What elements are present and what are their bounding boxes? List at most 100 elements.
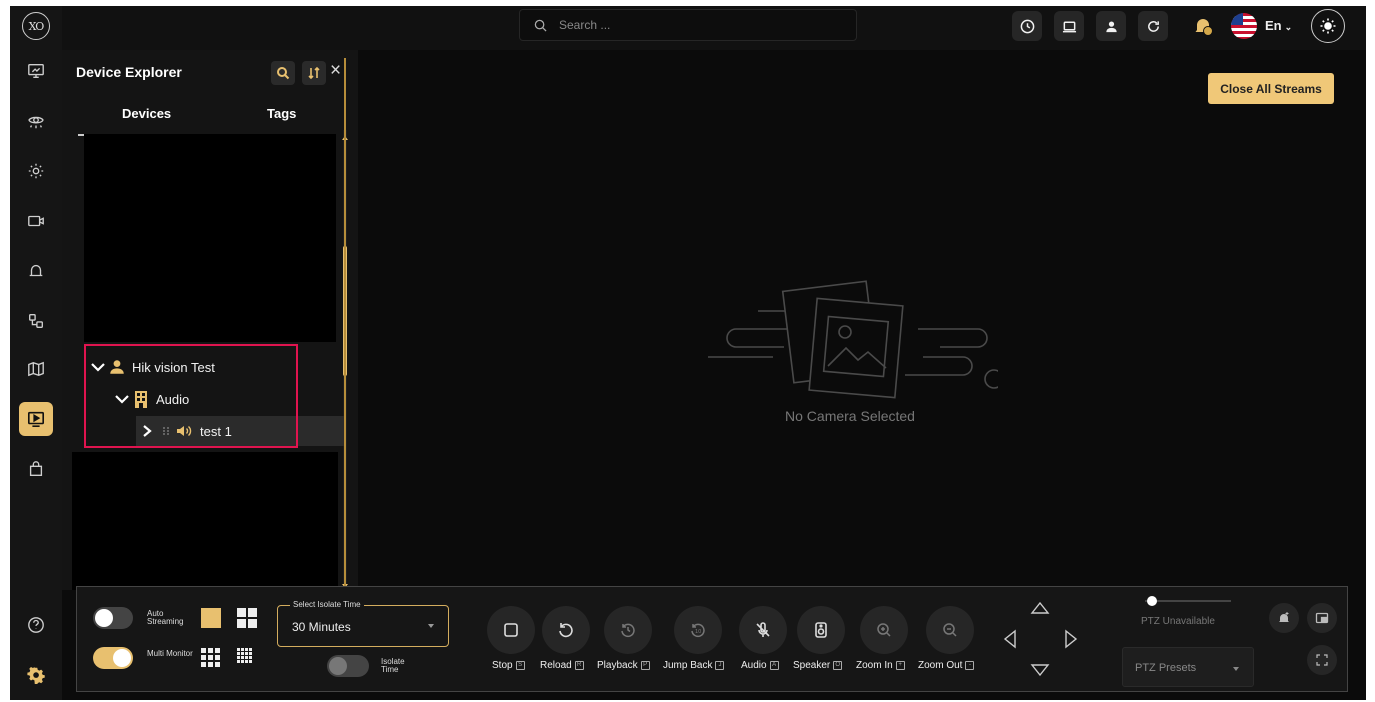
search-box[interactable] (519, 9, 857, 41)
single-view-icon[interactable] (201, 608, 221, 628)
speaker-box-icon (815, 622, 827, 638)
zoom-in-label: Zoom In + (856, 660, 905, 671)
map-icon[interactable] (19, 352, 53, 386)
button-label: Jump Back (663, 660, 713, 671)
button-label: Playback (597, 660, 638, 671)
ptz-status-text: PTZ Unavailable (1141, 616, 1215, 627)
ptz-speed-slider[interactable] (1145, 596, 1231, 606)
auto-streaming-label: Auto Streaming (147, 609, 184, 626)
close-all-streams-button[interactable]: Close All Streams (1208, 73, 1334, 104)
shortcut-key: P (640, 661, 650, 670)
shortcut-key: + (895, 661, 905, 670)
refresh-icon (1147, 20, 1159, 32)
shortcut-key: S (515, 661, 525, 670)
alarm-bell-icon[interactable] (19, 254, 53, 288)
video-player-icon[interactable] (19, 402, 53, 436)
isolate-time-select[interactable]: Select Isolate Time 30 Minutes (277, 600, 449, 647)
add-alert-button[interactable] (1269, 603, 1299, 633)
system-settings-icon[interactable] (19, 658, 53, 692)
ptz-up-arrow-icon[interactable] (1030, 601, 1050, 615)
zoom-out-label: Zoom Out - (918, 660, 975, 671)
presentation-icon[interactable] (19, 54, 53, 88)
search-input[interactable] (559, 18, 819, 32)
shortcut-key: - (965, 661, 975, 670)
help-icon[interactable] (19, 608, 53, 642)
grid-4x4-icon[interactable] (237, 648, 252, 663)
stop-label: Stop S (492, 660, 525, 671)
settings-gear-icon[interactable] (19, 154, 53, 188)
reload-label: Reload R (540, 660, 584, 671)
theme-toggle[interactable] (1311, 9, 1345, 43)
notifications-button[interactable] (1189, 12, 1217, 40)
app-logo[interactable]: XO (22, 12, 50, 40)
auto-streaming-toggle[interactable] (93, 607, 133, 629)
zoom-in-icon (877, 623, 891, 637)
top-bar: En⌄ (62, 6, 1366, 50)
shortcut-key: J (715, 661, 725, 670)
expand-icon (1316, 654, 1328, 666)
playback-icon (621, 623, 635, 638)
isolate-time-label: Isolate Time (381, 657, 405, 674)
tab-devices[interactable]: Devices (122, 106, 171, 121)
stop-button[interactable] (487, 606, 535, 654)
panel-divider[interactable] (344, 58, 346, 598)
user-icon (1105, 21, 1117, 32)
camera-icon[interactable] (19, 204, 53, 238)
button-label: Zoom Out (918, 660, 963, 671)
button-label: Speaker (793, 660, 831, 671)
language-selector[interactable]: En ⌄ (1265, 18, 1292, 33)
bag-icon[interactable] (19, 452, 53, 486)
shortcut-key: R (574, 661, 584, 670)
isolate-time-toggle[interactable] (327, 655, 369, 677)
multi-monitor-toggle[interactable] (93, 647, 133, 669)
ptz-left-arrow-icon[interactable] (1003, 629, 1017, 649)
ptz-right-arrow-icon[interactable] (1064, 629, 1078, 649)
sort-button[interactable] (302, 61, 326, 85)
device-tree-area[interactable] (84, 134, 336, 342)
grid-3x3-icon[interactable] (201, 648, 220, 667)
no-camera-illustration (708, 280, 998, 399)
button-label: Reload (540, 660, 572, 671)
us-flag-icon[interactable] (1231, 13, 1257, 39)
refresh-button[interactable] (1138, 11, 1168, 41)
reload-icon (559, 623, 573, 638)
grid-2x2-icon[interactable] (237, 608, 257, 628)
language-label: En (1265, 18, 1282, 33)
fullscreen-button[interactable] (1307, 645, 1337, 675)
explorer-search-button[interactable] (271, 61, 295, 85)
search-icon (534, 19, 547, 32)
user-button[interactable] (1096, 11, 1126, 41)
history-button[interactable] (1012, 11, 1042, 41)
stop-icon (504, 623, 518, 637)
chevron-down-icon: ⌄ (1284, 22, 1293, 32)
ptz-presets-value: PTZ Presets (1135, 662, 1197, 674)
close-icon[interactable]: × (330, 60, 341, 82)
speaker-label: Speaker O (793, 660, 843, 671)
workflow-icon[interactable] (19, 304, 53, 338)
playback-button[interactable] (604, 606, 652, 654)
search-icon (277, 67, 290, 80)
isolate-time-value: 30 Minutes (292, 620, 351, 634)
ptz-down-arrow-icon[interactable] (1030, 663, 1050, 677)
device-tree-empty-area (72, 452, 338, 590)
zoom-in-button[interactable] (860, 606, 908, 654)
eye-scan-icon[interactable] (19, 104, 53, 138)
audio-label: Audio A (741, 660, 779, 671)
caret-down-icon (1233, 667, 1239, 671)
tab-tags[interactable]: Tags (267, 106, 296, 121)
picture-in-picture-button[interactable] (1307, 603, 1337, 633)
slider-handle[interactable] (1147, 596, 1157, 606)
notification-bell-icon (1195, 19, 1213, 36)
jump-back-button[interactable]: 10 (674, 606, 722, 654)
zoom-out-button[interactable] (926, 606, 974, 654)
zoom-out-icon (943, 623, 957, 637)
ptz-presets-select[interactable]: PTZ Presets (1122, 647, 1254, 687)
audio-button[interactable] (739, 606, 787, 654)
playback-label: Playback P (597, 660, 650, 671)
monitor-button[interactable] (1054, 11, 1084, 41)
microphone-off-icon (756, 622, 770, 637)
reload-button[interactable] (542, 606, 590, 654)
laptop-icon (1062, 21, 1076, 32)
panel-title: Device Explorer (76, 64, 182, 80)
speaker-button[interactable] (797, 606, 845, 654)
